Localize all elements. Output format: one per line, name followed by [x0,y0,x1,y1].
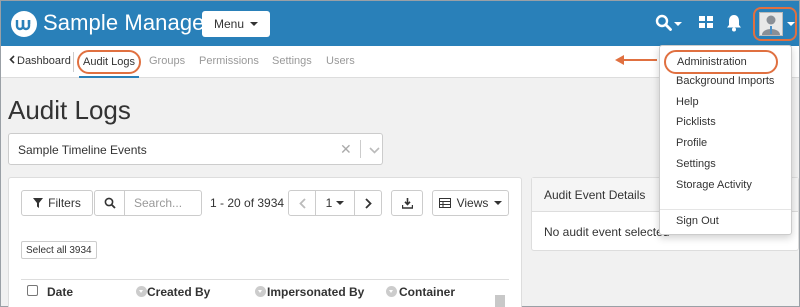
clear-icon[interactable]: ✕ [340,141,352,158]
scrollbar[interactable] [495,295,505,307]
menu-item-help[interactable]: Help [676,96,699,108]
menu-divider [660,209,791,210]
avatar [759,12,783,36]
divider [360,140,361,158]
menu-button-label: Menu [213,17,245,31]
chevron-down-icon [494,201,503,205]
table-icon [438,198,451,208]
column-menu-icon[interactable] [255,286,266,297]
chevron-right-icon [364,197,372,209]
chevron-down-icon[interactable] [369,143,380,157]
tab-permissions[interactable]: Permissions [199,55,259,67]
grid-search [94,190,202,216]
search-icon[interactable] [655,14,673,35]
user-dropdown-menu: Administration Background Imports Help P… [659,45,792,235]
back-label: Dashboard [17,55,71,67]
chevron-down-icon [787,22,795,26]
select-all-button[interactable]: Select all 3934 [21,241,97,259]
column-menu-icon[interactable] [386,286,397,297]
menu-item-settings[interactable]: Settings [676,158,716,170]
filters-button[interactable]: Filters [21,190,93,216]
menu-item-picklists[interactable]: Picklists [676,116,716,128]
tab-groups[interactable]: Groups [149,55,185,67]
views-label: Views [456,196,489,210]
next-page-button[interactable] [354,190,382,216]
column-header-date[interactable]: Date [47,285,73,299]
tab-settings[interactable]: Settings [272,55,312,67]
menu-button[interactable]: Menu [202,11,270,37]
filter-icon [33,198,44,208]
tab-users[interactable]: Users [326,55,355,67]
menu-item-background-imports[interactable]: Background Imports [676,75,774,87]
chevron-left-icon [298,197,306,209]
callout-arrow-head [615,55,624,65]
page-number: 1 [325,196,333,210]
callout-arrow [623,59,657,61]
chevron-down-icon [250,22,259,26]
chevron-left-icon [9,55,15,64]
menu-item-storage-activity[interactable]: Storage Activity [676,179,752,191]
audit-log-grid-panel: Filters 1 - 20 of 3934 1 Views Select al… [8,177,522,307]
column-menu-icon[interactable] [136,286,147,297]
page-title: Audit Logs [8,95,131,125]
back-to-dashboard-link[interactable]: Dashboard [9,55,71,67]
download-icon [401,197,413,209]
divider [73,52,74,72]
paging-info: 1 - 20 of 3934 [210,196,285,210]
empty-state-text: No audit event selected [544,225,670,239]
grid-icon[interactable] [698,14,714,33]
select-value: Sample Timeline Events [18,143,147,157]
filters-label: Filters [48,196,81,210]
export-button[interactable] [391,190,423,216]
bell-icon[interactable] [726,14,742,35]
column-header-created-by[interactable]: Created By [147,285,210,299]
active-tab-indicator [79,76,139,78]
page-number-dropdown[interactable]: 1 [315,190,355,216]
app-logo-icon[interactable] [11,11,37,37]
menu-item-profile[interactable]: Profile [676,137,707,149]
top-navbar: Sample Manager Menu [1,1,799,46]
chevron-down-icon [336,201,345,205]
search-icon [94,190,125,216]
menu-item-sign-out[interactable]: Sign Out [676,215,719,227]
audit-type-select[interactable]: Sample Timeline Events ✕ [8,133,383,165]
select-all-checkbox[interactable] [27,285,38,296]
user-menu-button[interactable] [753,7,797,41]
views-button[interactable]: Views [432,190,509,216]
search-input[interactable] [124,190,202,216]
app-title[interactable]: Sample Manager [43,10,212,36]
grid-header-row: Date Created By Impersonated By Containe… [21,279,509,307]
column-header-impersonated-by[interactable]: Impersonated By [267,285,364,299]
search-caret-icon[interactable] [674,22,682,26]
tab-audit-logs[interactable]: Audit Logs [77,50,141,74]
menu-item-administration[interactable]: Administration [664,50,778,74]
previous-page-button[interactable] [288,190,316,216]
column-header-container[interactable]: Container [399,285,455,299]
